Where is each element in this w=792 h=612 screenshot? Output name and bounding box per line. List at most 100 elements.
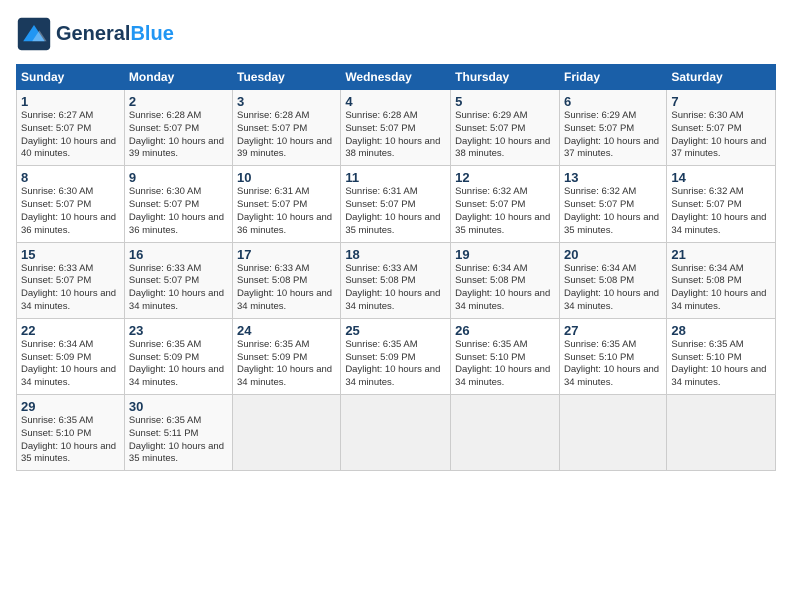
- day-info: Sunrise: 6:31 AM Sunset: 5:07 PM Dayligh…: [237, 186, 336, 237]
- calendar-cell: 26 Sunrise: 6:35 AM Sunset: 5:10 PM Dayl…: [451, 318, 560, 394]
- day-number: 21: [671, 247, 771, 262]
- calendar-cell: 25 Sunrise: 6:35 AM Sunset: 5:09 PM Dayl…: [341, 318, 451, 394]
- calendar-cell: 13 Sunrise: 6:32 AM Sunset: 5:07 PM Dayl…: [559, 166, 666, 242]
- day-info: Sunrise: 6:33 AM Sunset: 5:07 PM Dayligh…: [129, 263, 228, 314]
- day-number: 6: [564, 94, 662, 109]
- day-info: Sunrise: 6:35 AM Sunset: 5:09 PM Dayligh…: [237, 339, 336, 390]
- calendar-week-2: 8 Sunrise: 6:30 AM Sunset: 5:07 PM Dayli…: [17, 166, 776, 242]
- calendar-cell: 28 Sunrise: 6:35 AM Sunset: 5:10 PM Dayl…: [667, 318, 776, 394]
- day-number: 23: [129, 323, 228, 338]
- day-info: Sunrise: 6:33 AM Sunset: 5:08 PM Dayligh…: [345, 263, 446, 314]
- calendar-cell: 22 Sunrise: 6:34 AM Sunset: 5:09 PM Dayl…: [17, 318, 125, 394]
- day-number: 5: [455, 94, 555, 109]
- logo-icon: [16, 16, 52, 52]
- day-number: 9: [129, 170, 228, 185]
- day-number: 24: [237, 323, 336, 338]
- day-info: Sunrise: 6:29 AM Sunset: 5:07 PM Dayligh…: [455, 110, 555, 161]
- calendar-cell: [233, 395, 341, 471]
- day-number: 8: [21, 170, 120, 185]
- day-info: Sunrise: 6:34 AM Sunset: 5:08 PM Dayligh…: [564, 263, 662, 314]
- day-info: Sunrise: 6:31 AM Sunset: 5:07 PM Dayligh…: [345, 186, 446, 237]
- day-info: Sunrise: 6:33 AM Sunset: 5:08 PM Dayligh…: [237, 263, 336, 314]
- calendar-cell: 24 Sunrise: 6:35 AM Sunset: 5:09 PM Dayl…: [233, 318, 341, 394]
- day-number: 20: [564, 247, 662, 262]
- day-number: 30: [129, 399, 228, 414]
- logo: GeneralBlue: [16, 16, 174, 52]
- day-info: Sunrise: 6:32 AM Sunset: 5:07 PM Dayligh…: [671, 186, 771, 237]
- calendar-cell: 18 Sunrise: 6:33 AM Sunset: 5:08 PM Dayl…: [341, 242, 451, 318]
- calendar-cell: 29 Sunrise: 6:35 AM Sunset: 5:10 PM Dayl…: [17, 395, 125, 471]
- logo-text: GeneralBlue: [56, 23, 174, 45]
- day-number: 4: [345, 94, 446, 109]
- calendar-cell: 27 Sunrise: 6:35 AM Sunset: 5:10 PM Dayl…: [559, 318, 666, 394]
- page-container: GeneralBlue SundayMondayTuesdayWednesday…: [0, 0, 792, 479]
- day-info: Sunrise: 6:30 AM Sunset: 5:07 PM Dayligh…: [21, 186, 120, 237]
- day-info: Sunrise: 6:32 AM Sunset: 5:07 PM Dayligh…: [564, 186, 662, 237]
- calendar-cell: 17 Sunrise: 6:33 AM Sunset: 5:08 PM Dayl…: [233, 242, 341, 318]
- day-info: Sunrise: 6:29 AM Sunset: 5:07 PM Dayligh…: [564, 110, 662, 161]
- day-info: Sunrise: 6:28 AM Sunset: 5:07 PM Dayligh…: [129, 110, 228, 161]
- day-number: 15: [21, 247, 120, 262]
- calendar-cell: 5 Sunrise: 6:29 AM Sunset: 5:07 PM Dayli…: [451, 90, 560, 166]
- calendar-cell: 6 Sunrise: 6:29 AM Sunset: 5:07 PM Dayli…: [559, 90, 666, 166]
- day-number: 26: [455, 323, 555, 338]
- weekday-tuesday: Tuesday: [233, 65, 341, 90]
- day-number: 27: [564, 323, 662, 338]
- calendar-cell: 30 Sunrise: 6:35 AM Sunset: 5:11 PM Dayl…: [124, 395, 232, 471]
- day-number: 22: [21, 323, 120, 338]
- day-info: Sunrise: 6:28 AM Sunset: 5:07 PM Dayligh…: [345, 110, 446, 161]
- header: GeneralBlue: [16, 16, 776, 52]
- day-number: 19: [455, 247, 555, 262]
- day-info: Sunrise: 6:30 AM Sunset: 5:07 PM Dayligh…: [129, 186, 228, 237]
- day-number: 7: [671, 94, 771, 109]
- day-info: Sunrise: 6:35 AM Sunset: 5:11 PM Dayligh…: [129, 415, 228, 466]
- calendar-cell: 8 Sunrise: 6:30 AM Sunset: 5:07 PM Dayli…: [17, 166, 125, 242]
- day-info: Sunrise: 6:34 AM Sunset: 5:09 PM Dayligh…: [21, 339, 120, 390]
- calendar-cell: 14 Sunrise: 6:32 AM Sunset: 5:07 PM Dayl…: [667, 166, 776, 242]
- day-number: 11: [345, 170, 446, 185]
- day-info: Sunrise: 6:28 AM Sunset: 5:07 PM Dayligh…: [237, 110, 336, 161]
- calendar-cell: 11 Sunrise: 6:31 AM Sunset: 5:07 PM Dayl…: [341, 166, 451, 242]
- calendar-cell: 4 Sunrise: 6:28 AM Sunset: 5:07 PM Dayli…: [341, 90, 451, 166]
- day-info: Sunrise: 6:35 AM Sunset: 5:10 PM Dayligh…: [21, 415, 120, 466]
- calendar-cell: 9 Sunrise: 6:30 AM Sunset: 5:07 PM Dayli…: [124, 166, 232, 242]
- day-number: 18: [345, 247, 446, 262]
- calendar-cell: 1 Sunrise: 6:27 AM Sunset: 5:07 PM Dayli…: [17, 90, 125, 166]
- calendar-table: SundayMondayTuesdayWednesdayThursdayFrid…: [16, 64, 776, 471]
- calendar-cell: 16 Sunrise: 6:33 AM Sunset: 5:07 PM Dayl…: [124, 242, 232, 318]
- calendar-cell: 20 Sunrise: 6:34 AM Sunset: 5:08 PM Dayl…: [559, 242, 666, 318]
- calendar-cell: [341, 395, 451, 471]
- weekday-saturday: Saturday: [667, 65, 776, 90]
- day-info: Sunrise: 6:35 AM Sunset: 5:10 PM Dayligh…: [455, 339, 555, 390]
- calendar-cell: [667, 395, 776, 471]
- day-info: Sunrise: 6:35 AM Sunset: 5:10 PM Dayligh…: [564, 339, 662, 390]
- day-number: 14: [671, 170, 771, 185]
- day-info: Sunrise: 6:35 AM Sunset: 5:09 PM Dayligh…: [345, 339, 446, 390]
- calendar-cell: 15 Sunrise: 6:33 AM Sunset: 5:07 PM Dayl…: [17, 242, 125, 318]
- weekday-thursday: Thursday: [451, 65, 560, 90]
- day-info: Sunrise: 6:30 AM Sunset: 5:07 PM Dayligh…: [671, 110, 771, 161]
- calendar-cell: 3 Sunrise: 6:28 AM Sunset: 5:07 PM Dayli…: [233, 90, 341, 166]
- weekday-friday: Friday: [559, 65, 666, 90]
- weekday-sunday: Sunday: [17, 65, 125, 90]
- day-number: 12: [455, 170, 555, 185]
- calendar-cell: 7 Sunrise: 6:30 AM Sunset: 5:07 PM Dayli…: [667, 90, 776, 166]
- calendar-cell: 12 Sunrise: 6:32 AM Sunset: 5:07 PM Dayl…: [451, 166, 560, 242]
- day-number: 29: [21, 399, 120, 414]
- day-info: Sunrise: 6:33 AM Sunset: 5:07 PM Dayligh…: [21, 263, 120, 314]
- day-info: Sunrise: 6:32 AM Sunset: 5:07 PM Dayligh…: [455, 186, 555, 237]
- calendar-week-5: 29 Sunrise: 6:35 AM Sunset: 5:10 PM Dayl…: [17, 395, 776, 471]
- day-number: 3: [237, 94, 336, 109]
- calendar-cell: 19 Sunrise: 6:34 AM Sunset: 5:08 PM Dayl…: [451, 242, 560, 318]
- day-number: 28: [671, 323, 771, 338]
- day-number: 2: [129, 94, 228, 109]
- calendar-cell: 21 Sunrise: 6:34 AM Sunset: 5:08 PM Dayl…: [667, 242, 776, 318]
- weekday-monday: Monday: [124, 65, 232, 90]
- calendar-cell: [559, 395, 666, 471]
- calendar-week-3: 15 Sunrise: 6:33 AM Sunset: 5:07 PM Dayl…: [17, 242, 776, 318]
- calendar-week-1: 1 Sunrise: 6:27 AM Sunset: 5:07 PM Dayli…: [17, 90, 776, 166]
- day-info: Sunrise: 6:27 AM Sunset: 5:07 PM Dayligh…: [21, 110, 120, 161]
- day-info: Sunrise: 6:34 AM Sunset: 5:08 PM Dayligh…: [671, 263, 771, 314]
- day-number: 13: [564, 170, 662, 185]
- day-number: 1: [21, 94, 120, 109]
